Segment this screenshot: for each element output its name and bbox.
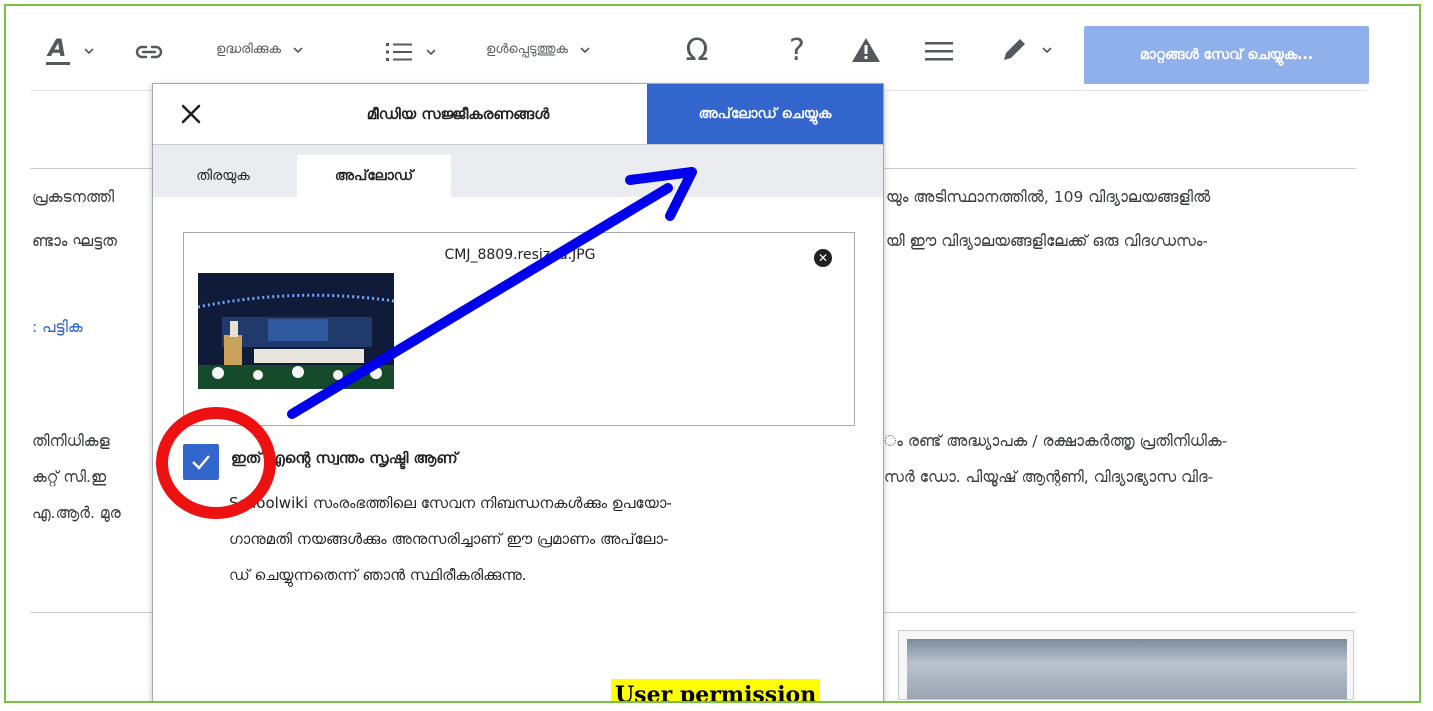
edit-mode-menu[interactable] <box>1000 36 1054 64</box>
own-work-label[interactable]: ഇത് എന്റെ സ്വന്തം സൃഷ്ടി ആണ് <box>231 449 458 467</box>
svg-text:Ω: Ω <box>686 33 709 66</box>
chevron-down-icon <box>426 49 436 56</box>
editor-toolbar: A ഉദ്ധരിക്കുക ഉൾപ്പെടുത്തുക Ω ? മാറ്റങ്ങ… <box>6 20 1406 84</box>
text-style-icon: A <box>46 32 72 70</box>
svg-text:?: ? <box>789 33 805 66</box>
svg-text:A: A <box>46 34 67 62</box>
help-button[interactable]: ? <box>784 32 810 66</box>
tab-upload[interactable]: അപ്‌ലോഡ് <box>297 155 451 197</box>
file-name: CMJ_8809.resized.JPG <box>444 247 596 263</box>
page-text: പ്രകടനത്തി <box>32 188 115 206</box>
page-text: ം രണ്ട് അദ്ധ്യാപക / രക്ഷാകർത്തൃ പ്രതിനിധ… <box>884 432 1228 450</box>
page-text: യും അടിസ്ഥാനത്തിൽ, 109 വിദ്യാലയങ്ങളിൽ <box>886 188 1211 206</box>
notice-button[interactable] <box>850 36 882 64</box>
chevron-down-icon <box>1042 47 1052 54</box>
terms-text: ഗാനുമതി നയങ്ങൾക്കും അനുസരിച്ചാണ് ഈ പ്രമാ… <box>229 530 669 548</box>
media-settings-dialog: മീഡിയ സജ്ജീകരണങ്ങൾ അപ്‌ലോഡ് ചെയ്യുക തിരയ… <box>152 83 884 701</box>
menu-button[interactable] <box>924 40 954 62</box>
checkmark-icon <box>192 455 210 470</box>
text-style-menu[interactable]: A <box>46 32 96 70</box>
page-text: എ.ആർ. മുര <box>32 504 121 522</box>
page-text: യി ഈ വിദ്യാലയങ്ങളിലേക്ക് ഒരു വിദഗ്ധസം- <box>886 232 1209 250</box>
page-text: തിനിധികള <box>32 432 110 450</box>
page-link-text: പട്ടിക <box>42 318 83 336</box>
quote-label: ഉദ്ധരിക്കുക <box>216 42 282 57</box>
list-menu[interactable] <box>384 40 438 64</box>
special-character-icon: Ω <box>686 33 709 66</box>
page-image-thumbnail[interactable] <box>898 630 1354 700</box>
list-icon <box>386 43 412 61</box>
upload-button[interactable]: അപ്‌ലോഡ് ചെയ്യുക <box>647 84 883 144</box>
notice-icon <box>852 38 880 62</box>
menu-icon <box>925 42 953 61</box>
link-button[interactable] <box>134 42 164 62</box>
page-text: സർ ഡോ. പിയൂഷ് ആന്റണി, വിദ്യാഭ്യാസ വിദ- <box>884 468 1214 486</box>
tab-search[interactable]: തിരയുക <box>165 155 281 197</box>
close-icon <box>181 104 201 124</box>
chevron-down-icon <box>293 46 303 53</box>
page-text: ണ്ടാം ഘട്ടത <box>32 232 117 250</box>
dialog-header: മീഡിയ സജ്ജീകരണങ്ങൾ അപ്‌ലോഡ് ചെയ്യുക <box>153 84 883 145</box>
annotation-caption: User permission <box>611 679 821 701</box>
remove-file-icon: ✕ <box>817 251 829 265</box>
selected-file-box: CMJ_8809.resized.JPG ✕ <box>183 232 855 426</box>
own-work-checkbox[interactable] <box>183 444 219 480</box>
link-icon <box>135 45 163 59</box>
chevron-down-icon <box>580 46 590 53</box>
dialog-title: മീഡിയ സജ്ജീകരണങ്ങൾ <box>366 105 550 123</box>
page-link[interactable]: : പട്ടിക <box>32 318 83 337</box>
chevron-down-icon <box>84 48 94 55</box>
remove-file-button[interactable]: ✕ <box>814 249 832 267</box>
terms-text: Schoolwiki സംരംഭത്തിലെ സേവന നിബന്ധനകൾക്ക… <box>229 494 672 512</box>
help-icon: ? <box>789 33 805 66</box>
insert-label: ഉൾപ്പെടുത്തുക <box>486 42 568 57</box>
page-text: കറ്റ് സി.ഇ <box>32 468 107 486</box>
save-changes-button[interactable]: മാറ്റങ്ങൾ സേവ് ചെയ്യുക... <box>1084 26 1369 84</box>
quote-menu[interactable]: ഉദ്ധരിക്കുക <box>216 42 305 57</box>
special-character-button[interactable]: Ω <box>680 32 714 66</box>
page-image <box>907 639 1347 699</box>
edit-pencil-icon <box>1004 39 1025 60</box>
terms-text: ഡ് ചെയ്യുന്നതെന്ന് ഞാൻ സ്ഥിരീകരിക്കുന്നു… <box>229 566 527 584</box>
screenshot-frame: A ഉദ്ധരിക്കുക ഉൾപ്പെടുത്തുക Ω ? മാറ്റങ്ങ… <box>4 4 1421 703</box>
insert-menu[interactable]: ഉൾപ്പെടുത്തുക <box>486 42 592 57</box>
close-button[interactable] <box>175 98 207 130</box>
file-preview-image <box>198 273 394 389</box>
dialog-tabs: തിരയുക അപ്‌ലോഡ് <box>153 145 883 197</box>
